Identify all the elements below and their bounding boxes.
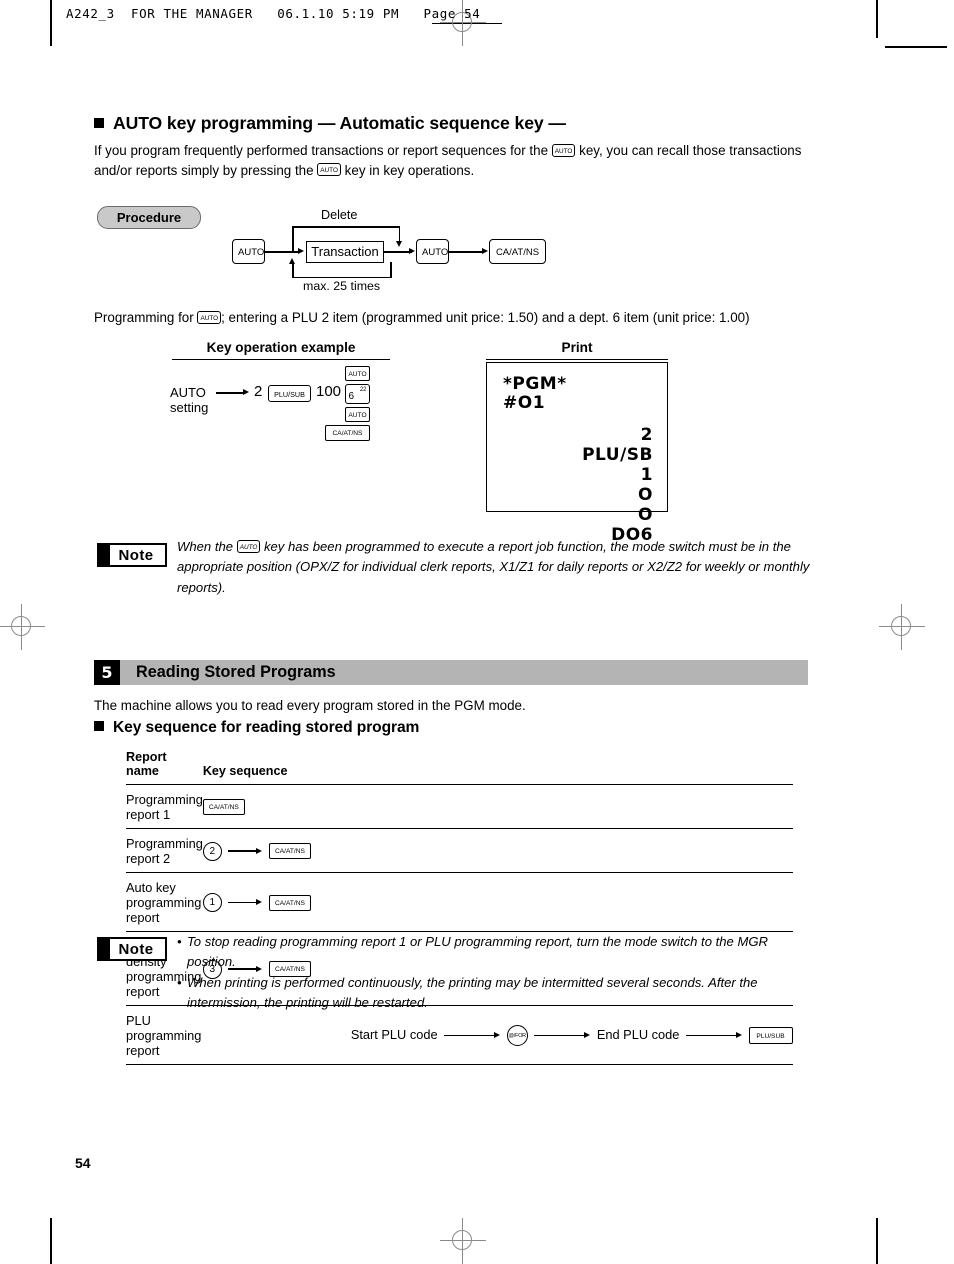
amount-value: 100 — [316, 383, 342, 400]
reading-subtitle-text: Key sequence for reading stored program — [113, 719, 420, 736]
note-bar-icon — [99, 939, 110, 959]
column-header-report-name: Report name — [126, 750, 203, 785]
table-row: Programming report 1 CA/AT/NS — [126, 784, 793, 829]
ca-at-ns-key-icon: CA/AT/NS — [268, 894, 311, 911]
crop-line-bottom-left — [50, 1218, 52, 1264]
reading-subtitle: Key sequence for reading stored program — [94, 719, 419, 737]
receipt-line: 1 — [640, 465, 653, 485]
arrow-icon — [444, 1032, 501, 1040]
note-label: Note — [118, 546, 154, 564]
report-name-cell: PLU programming report — [126, 1005, 203, 1065]
key-sequence-cell: CA/AT/NS — [202, 784, 793, 829]
report-name-cell: Programming report 2 — [126, 828, 203, 873]
numeric-key-icon: 1 — [202, 893, 222, 912]
arrow-head-icon — [243, 388, 249, 395]
registration-mark-left — [0, 604, 45, 650]
key-sequence-cell: 2 CA/AT/NS — [202, 828, 793, 873]
key-sequence-cell: 1 CA/AT/NS — [202, 872, 793, 932]
dept-6-key-icon: 6 22 — [345, 384, 370, 404]
table-row: Auto key programming report 1 CA/AT/NS — [126, 872, 793, 932]
ca-at-ns-key-icon: CA/AT/NS — [268, 843, 311, 859]
print-receipt: *PGM* #O1 2 PLU/SB 1 O O DO6 — [486, 362, 668, 545]
auto-setting-label: AUTO setting — [170, 385, 209, 415]
receipt-line: PLU/SB — [582, 445, 653, 465]
quantity-value: 2 — [254, 383, 263, 400]
receipt-title-pgm: *PGM* — [503, 374, 567, 394]
auto-key-icon: AUTO — [345, 407, 370, 422]
note-tag: Note — [97, 543, 167, 567]
receipt-body-lines: 2 PLU/SB 1 O O DO6 — [582, 425, 653, 545]
table-row: Programming report 2 2 CA/AT/NS — [126, 828, 793, 873]
ca-at-ns-key-icon: CA/AT/NS — [202, 799, 245, 816]
key-sequence-table: Report name Key sequence Programming rep… — [126, 750, 793, 1065]
receipt-line: O — [638, 485, 653, 505]
plu-sub-key-icon: PLU/SUB — [748, 1027, 793, 1044]
arrow-icon — [228, 847, 263, 855]
page-number: 54 — [75, 1155, 91, 1171]
section-banner-reading-stored-programs: 5 Reading Stored Programs — [94, 660, 808, 685]
report-name-cell: Auto key programming report — [126, 872, 203, 932]
note-text-1: When the — [177, 539, 234, 554]
table-row: PLU programming report Start PLU code @/… — [126, 1005, 793, 1065]
arrow-icon — [685, 1032, 742, 1040]
note-tag: Note — [97, 937, 167, 961]
note-label: Note — [118, 940, 154, 958]
arrow-icon — [534, 1032, 591, 1040]
column-header-key-sequence: Key sequence — [202, 750, 793, 785]
note-bullet: When printing is performed continuously,… — [177, 973, 819, 1014]
receipt-clerk-id: #O1 — [503, 393, 546, 413]
ca-at-ns-key-icon: CA/AT/NS — [325, 425, 370, 441]
reading-subtitle-row: Key sequence for reading stored program — [94, 719, 419, 737]
note-text-2: key has been programmed to execute a rep… — [177, 539, 810, 595]
numeric-key-icon: 2 — [202, 841, 222, 861]
start-plu-code-label: Start PLU code — [350, 1026, 438, 1042]
receipt-line: 2 — [640, 425, 653, 445]
note-body-reading: To stop reading programming report 1 or … — [177, 932, 819, 1013]
section-number: 5 — [94, 660, 120, 685]
note-bar-icon — [99, 545, 110, 565]
flow-line — [216, 392, 244, 394]
report-name-cell: Programming report 1 — [126, 784, 203, 829]
bullet-square-icon — [94, 721, 104, 731]
section-title: Reading Stored Programs — [136, 663, 336, 681]
reading-intro-text: The machine allows you to read every pro… — [94, 698, 526, 713]
note-body-auto: When the AUTO key has been programmed to… — [177, 537, 817, 598]
end-plu-code-label: End PLU code — [596, 1026, 680, 1042]
registration-mark-bottom — [440, 1218, 486, 1264]
table-header-row: Report name Key sequence — [126, 750, 793, 785]
key-sequence-cell: Start PLU code @/FOR End PLU code PLU/SU… — [202, 1005, 793, 1065]
note-bullet: To stop reading programming report 1 or … — [177, 932, 819, 973]
registration-mark-right — [879, 604, 925, 650]
receipt-header-lines: *PGM* #O1 — [503, 375, 567, 413]
auto-key-icon: AUTO — [236, 540, 261, 554]
key-operation-example: AUTO setting 2 PLU/SUB 100 AUTO 6 22 AUT… — [0, 0, 954, 460]
crop-line-bottom-right — [876, 1218, 878, 1264]
plu-sub-key-icon: PLU/SUB — [268, 385, 311, 402]
auto-key-icon: AUTO — [345, 366, 370, 381]
at-for-key-icon: @/FOR — [506, 1025, 528, 1046]
receipt-line: O — [638, 505, 653, 525]
arrow-icon — [228, 899, 263, 907]
